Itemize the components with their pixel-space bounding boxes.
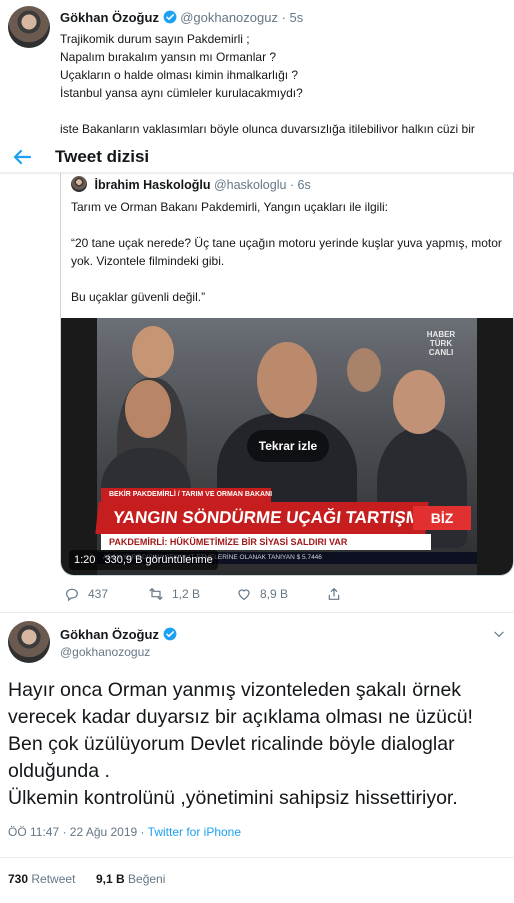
main-tweet-author[interactable]: Gökhan Özoğuz [60, 627, 177, 642]
top-tweet-header: Gökhan Özoğuz @gokhanozoguz · 5s [60, 10, 303, 25]
main-tweet-timestamp[interactable]: ÖÖ 11:47 · 22 Ağu 2019 · [8, 825, 148, 839]
video-face [347, 348, 381, 392]
top-tweet-line: Napalım bırakalım yansın mı Ormanlar ? [60, 50, 277, 64]
quoted-tweet-handle: @haskologlu [213, 178, 287, 192]
top-tweet-text: Trajikomik durum sayın Pakdemirli ; Napa… [60, 30, 508, 138]
back-arrow-icon[interactable] [10, 145, 34, 169]
top-tweet-line: iste Bakanların vaklasımları böyle olunc… [60, 122, 475, 136]
main-tweet-stats: 730 Retweet 9,1 B Beğeni [0, 857, 514, 895]
reply-count: 437 [88, 587, 109, 601]
video-duration-views: 1:20 330,9 B görüntülenme [69, 550, 218, 570]
top-tweet-line: Uçakların o halde olması kimin ihmalkarl… [60, 68, 299, 82]
likes-label: Beğeni [128, 872, 166, 886]
verified-badge-icon [163, 627, 176, 641]
top-tweet[interactable]: Gökhan Özoğuz @gokhanozoguz · 5s Trajiko… [0, 0, 514, 140]
main-tweet-avatar[interactable] [8, 621, 50, 663]
top-tweet-author-name[interactable]: Gökhan Özoğuz [60, 10, 159, 25]
video-corner-logo: BİZ [413, 506, 471, 530]
main-tweet-author-name: Gökhan Özoğuz [60, 627, 159, 642]
retweet-icon [149, 588, 163, 600]
video-face [257, 342, 317, 418]
reply-button[interactable]: 437 [64, 586, 108, 602]
thread-title: Tweet dizisi [55, 147, 150, 166]
main-tweet-source-link[interactable]: Twitter for iPhone [148, 825, 241, 839]
retweets-stat[interactable]: 730 Retweet [8, 872, 75, 886]
top-tweet-avatar[interactable] [8, 6, 50, 48]
replay-button[interactable]: Tekrar izle [247, 430, 329, 462]
top-tweet-blank-line [60, 102, 508, 120]
video-views: 330,9 B görüntülenme [104, 554, 213, 566]
share-icon [328, 588, 340, 600]
main-tweet: Gökhan Özoğuz @gokhanozoguz Hayır onca O… [0, 612, 514, 903]
video-channel-logo: HABER TÜRK CANLI [426, 330, 456, 357]
retweets-value: 730 [8, 872, 29, 886]
quoted-tweet-paragraph: “20 tane uçak nerede? Üç tane uçağın mot… [71, 236, 502, 268]
like-count: 8,9 B [260, 587, 289, 601]
main-tweet-line: olduğunda . [8, 760, 110, 782]
main-tweet-handle[interactable]: @gokhanozoguz [60, 645, 150, 659]
main-tweet-line: Ben çok üzülüyorum Devlet ricalinde böyl… [8, 733, 455, 755]
quoted-tweet-time: · 6s [289, 178, 311, 192]
likes-stat[interactable]: 9,1 B Beğeni [96, 872, 165, 886]
quoted-tweet-header: İbrahim Haskoloğlu @haskologlu · 6s [71, 176, 311, 192]
main-tweet-line: verecek kadar duyarsız bir açıklama olma… [8, 706, 473, 728]
video-player[interactable]: HABER TÜRK CANLI BEKİR PAKDEMİRLİ / TARI… [61, 318, 513, 575]
quoted-tweet-avatar [71, 176, 87, 192]
likes-value: 9,1 B [96, 872, 125, 886]
retweets-label: Retweet [31, 872, 76, 886]
video-face [393, 370, 445, 434]
main-tweet-line: Hayır onca Orman yanmış vizonteleden şak… [8, 679, 462, 701]
video-subline: PAKDEMİRLİ: HÜKÜMETİMİZE BİR SİYASİ SALD… [101, 534, 431, 550]
video-headline: YANGIN SÖNDÜRME UÇAĞI TARTIŞMASI [95, 502, 449, 534]
main-tweet-text: Hayır onca Orman yanmış vizonteleden şak… [8, 677, 508, 812]
heart-icon [238, 589, 250, 601]
top-tweet-line: İstanbul yansa aynı cümleler kurulacakmı… [60, 86, 303, 100]
share-button[interactable] [326, 586, 342, 602]
tweet-action-bar: 437 1,2 B 8,9 B [60, 582, 514, 608]
quoted-tweet-text: Tarım ve Orman Bakanı Pakdemirli, Yangın… [71, 198, 507, 324]
verified-badge-icon [163, 10, 176, 24]
top-tweet-time: · 5s [281, 10, 304, 25]
quoted-tweet-card[interactable]: İbrahim Haskoloğlu @haskologlu · 6s Tarı… [60, 166, 514, 576]
retweet-count: 1,2 B [172, 587, 201, 601]
quoted-tweet-author-name: İbrahim Haskoloğlu [94, 178, 211, 192]
main-tweet-meta: ÖÖ 11:47 · 22 Ağu 2019 · Twitter for iPh… [8, 825, 241, 839]
top-tweet-handle: @gokhanozoguz [180, 10, 278, 25]
video-duration: 1:20 [74, 554, 96, 566]
top-tweet-line: Trajikomik durum sayın Pakdemirli ; [60, 32, 250, 46]
reply-icon [66, 588, 78, 602]
video-nameplate: BEKİR PAKDEMİRLİ / TARIM VE ORMAN BAKANI [101, 488, 272, 502]
thread-header: Tweet dizisi [0, 140, 514, 173]
retweet-button[interactable]: 1,2 B [148, 586, 200, 602]
chevron-down-icon[interactable] [492, 627, 506, 641]
quoted-tweet-paragraph: Tarım ve Orman Bakanı Pakdemirli, Yangın… [71, 200, 389, 214]
quoted-tweet-paragraph: Bu uçaklar güvenli değil.” [71, 290, 206, 304]
video-face [132, 326, 174, 378]
video-face [125, 380, 171, 438]
like-button[interactable]: 8,9 B [236, 586, 288, 602]
main-tweet-line: Ülkemin kontrolünü ,yönetimini sahipsiz … [8, 787, 458, 809]
